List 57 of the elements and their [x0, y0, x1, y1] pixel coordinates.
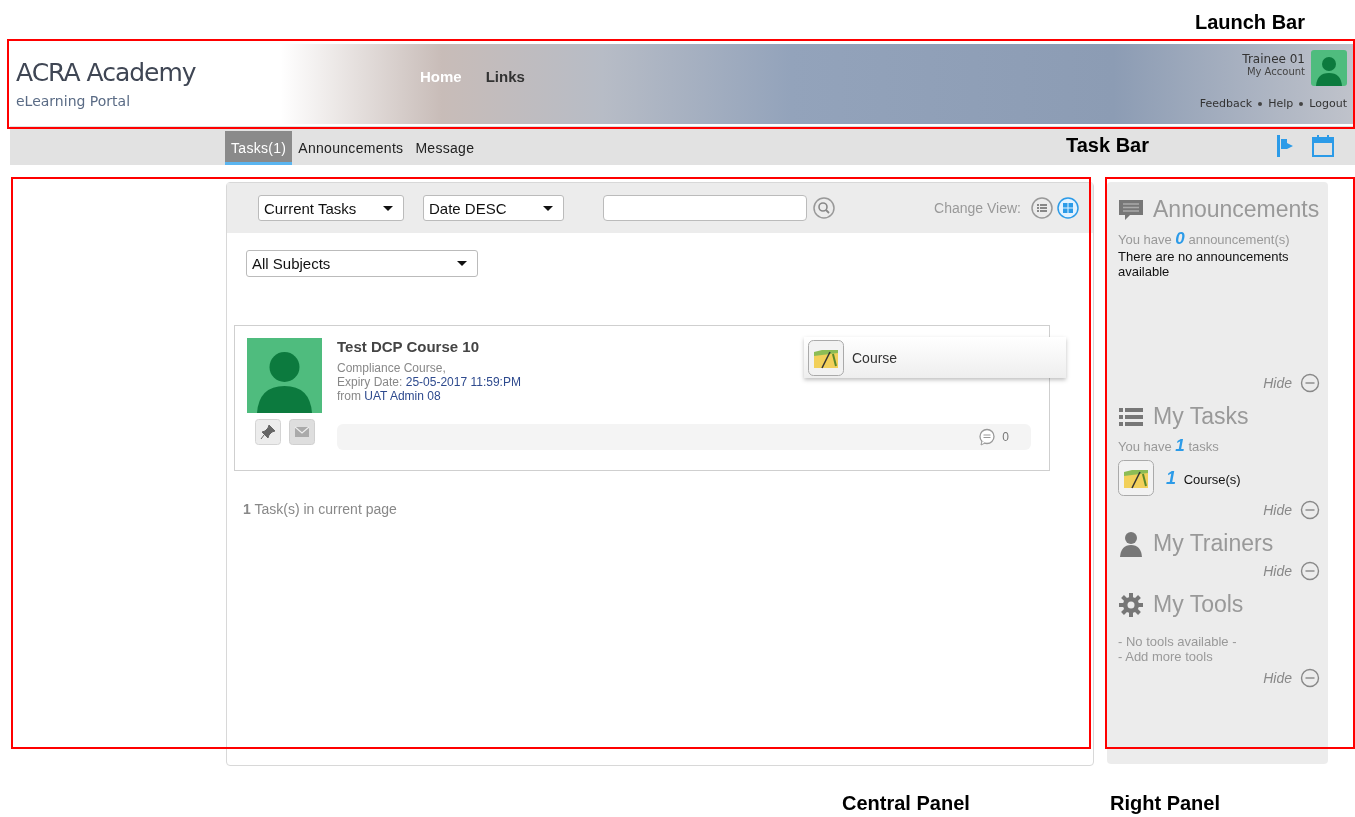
change-view-label: Change View:	[934, 200, 1021, 216]
expiry-label: Expiry Date:	[337, 375, 403, 389]
header-link[interactable]: Help	[1268, 97, 1294, 110]
list-view-icon[interactable]	[1031, 197, 1053, 219]
user-name: Trainee 01	[1242, 52, 1305, 66]
pin-icon[interactable]	[254, 419, 281, 445]
comment-count: 0	[1002, 430, 1009, 444]
annotation-label: Launch Bar	[1194, 10, 1305, 34]
expiry-date: 25-05-2017 11:59:PM	[405, 375, 521, 389]
summary-text: You have 1 tasks	[1118, 436, 1220, 456]
logo-subtitle: eLearning Portal	[16, 93, 132, 109]
avatar-icon	[247, 338, 322, 413]
task-type: Compliance Course,	[337, 361, 447, 375]
section-title: Announcements	[1153, 196, 1320, 223]
task-title[interactable]: Test DCP Course 10	[337, 338, 479, 355]
section-title: My Tasks	[1153, 403, 1249, 430]
gear-icon	[1118, 591, 1144, 618]
subject-dropdown[interactable]: All Subjects	[246, 250, 478, 277]
minus-circle-icon	[1300, 500, 1320, 520]
tab[interactable]: Message	[409, 131, 481, 165]
my-account-link[interactable]: My Account	[1246, 66, 1305, 77]
dropdown[interactable]: Date DESC	[423, 195, 564, 221]
person-icon	[1118, 530, 1144, 557]
search-field[interactable]	[603, 195, 807, 221]
header-link[interactable]: Logout	[1309, 97, 1347, 110]
search-icon[interactable]	[813, 197, 835, 219]
minus-circle-icon	[1300, 561, 1320, 581]
tab[interactable]: Tasks(1)	[225, 131, 293, 165]
course-badge: Course	[804, 337, 1066, 378]
summary-text: You have 0 announcement(s)	[1118, 229, 1291, 249]
dropdown[interactable]: Current Tasks	[258, 195, 404, 221]
grid-view-icon[interactable]	[1057, 197, 1079, 219]
mail-icon[interactable]	[288, 419, 315, 445]
from-label: from	[337, 389, 361, 403]
comment-icon[interactable]	[978, 428, 997, 446]
annotation-label: Central Panel	[842, 792, 970, 815]
sender-link[interactable]: UAT Admin 08	[364, 389, 441, 403]
minus-circle-icon	[1300, 373, 1320, 393]
annotation-label: Task Bar	[1066, 134, 1149, 157]
calendar-icon[interactable]	[1311, 133, 1335, 158]
tools-text: - Add more tools	[1118, 649, 1214, 664]
nav-link[interactable]: Links	[485, 68, 525, 124]
folder-icon	[808, 339, 844, 376]
tab[interactable]: Announcements	[292, 131, 410, 165]
annotation-label: Right Panel	[1110, 792, 1220, 815]
logo-title: ACRA Academy	[16, 58, 197, 87]
avatar-icon[interactable]	[1311, 50, 1347, 86]
section-title: My Trainers	[1153, 530, 1274, 557]
header-link[interactable]: Feedback	[1199, 97, 1253, 110]
speech-bubble-icon	[1118, 197, 1144, 222]
section-title: My Tools	[1153, 591, 1244, 618]
folder-icon[interactable]	[1118, 460, 1154, 496]
minus-circle-icon	[1300, 668, 1320, 688]
tools-text: - No tools available -	[1118, 634, 1238, 649]
task-count-text: 1 Task(s) in current page	[242, 500, 398, 517]
course-count[interactable]: 1 Course(s)	[1166, 467, 1241, 489]
empty-message: There are no announcements available	[1118, 249, 1290, 281]
